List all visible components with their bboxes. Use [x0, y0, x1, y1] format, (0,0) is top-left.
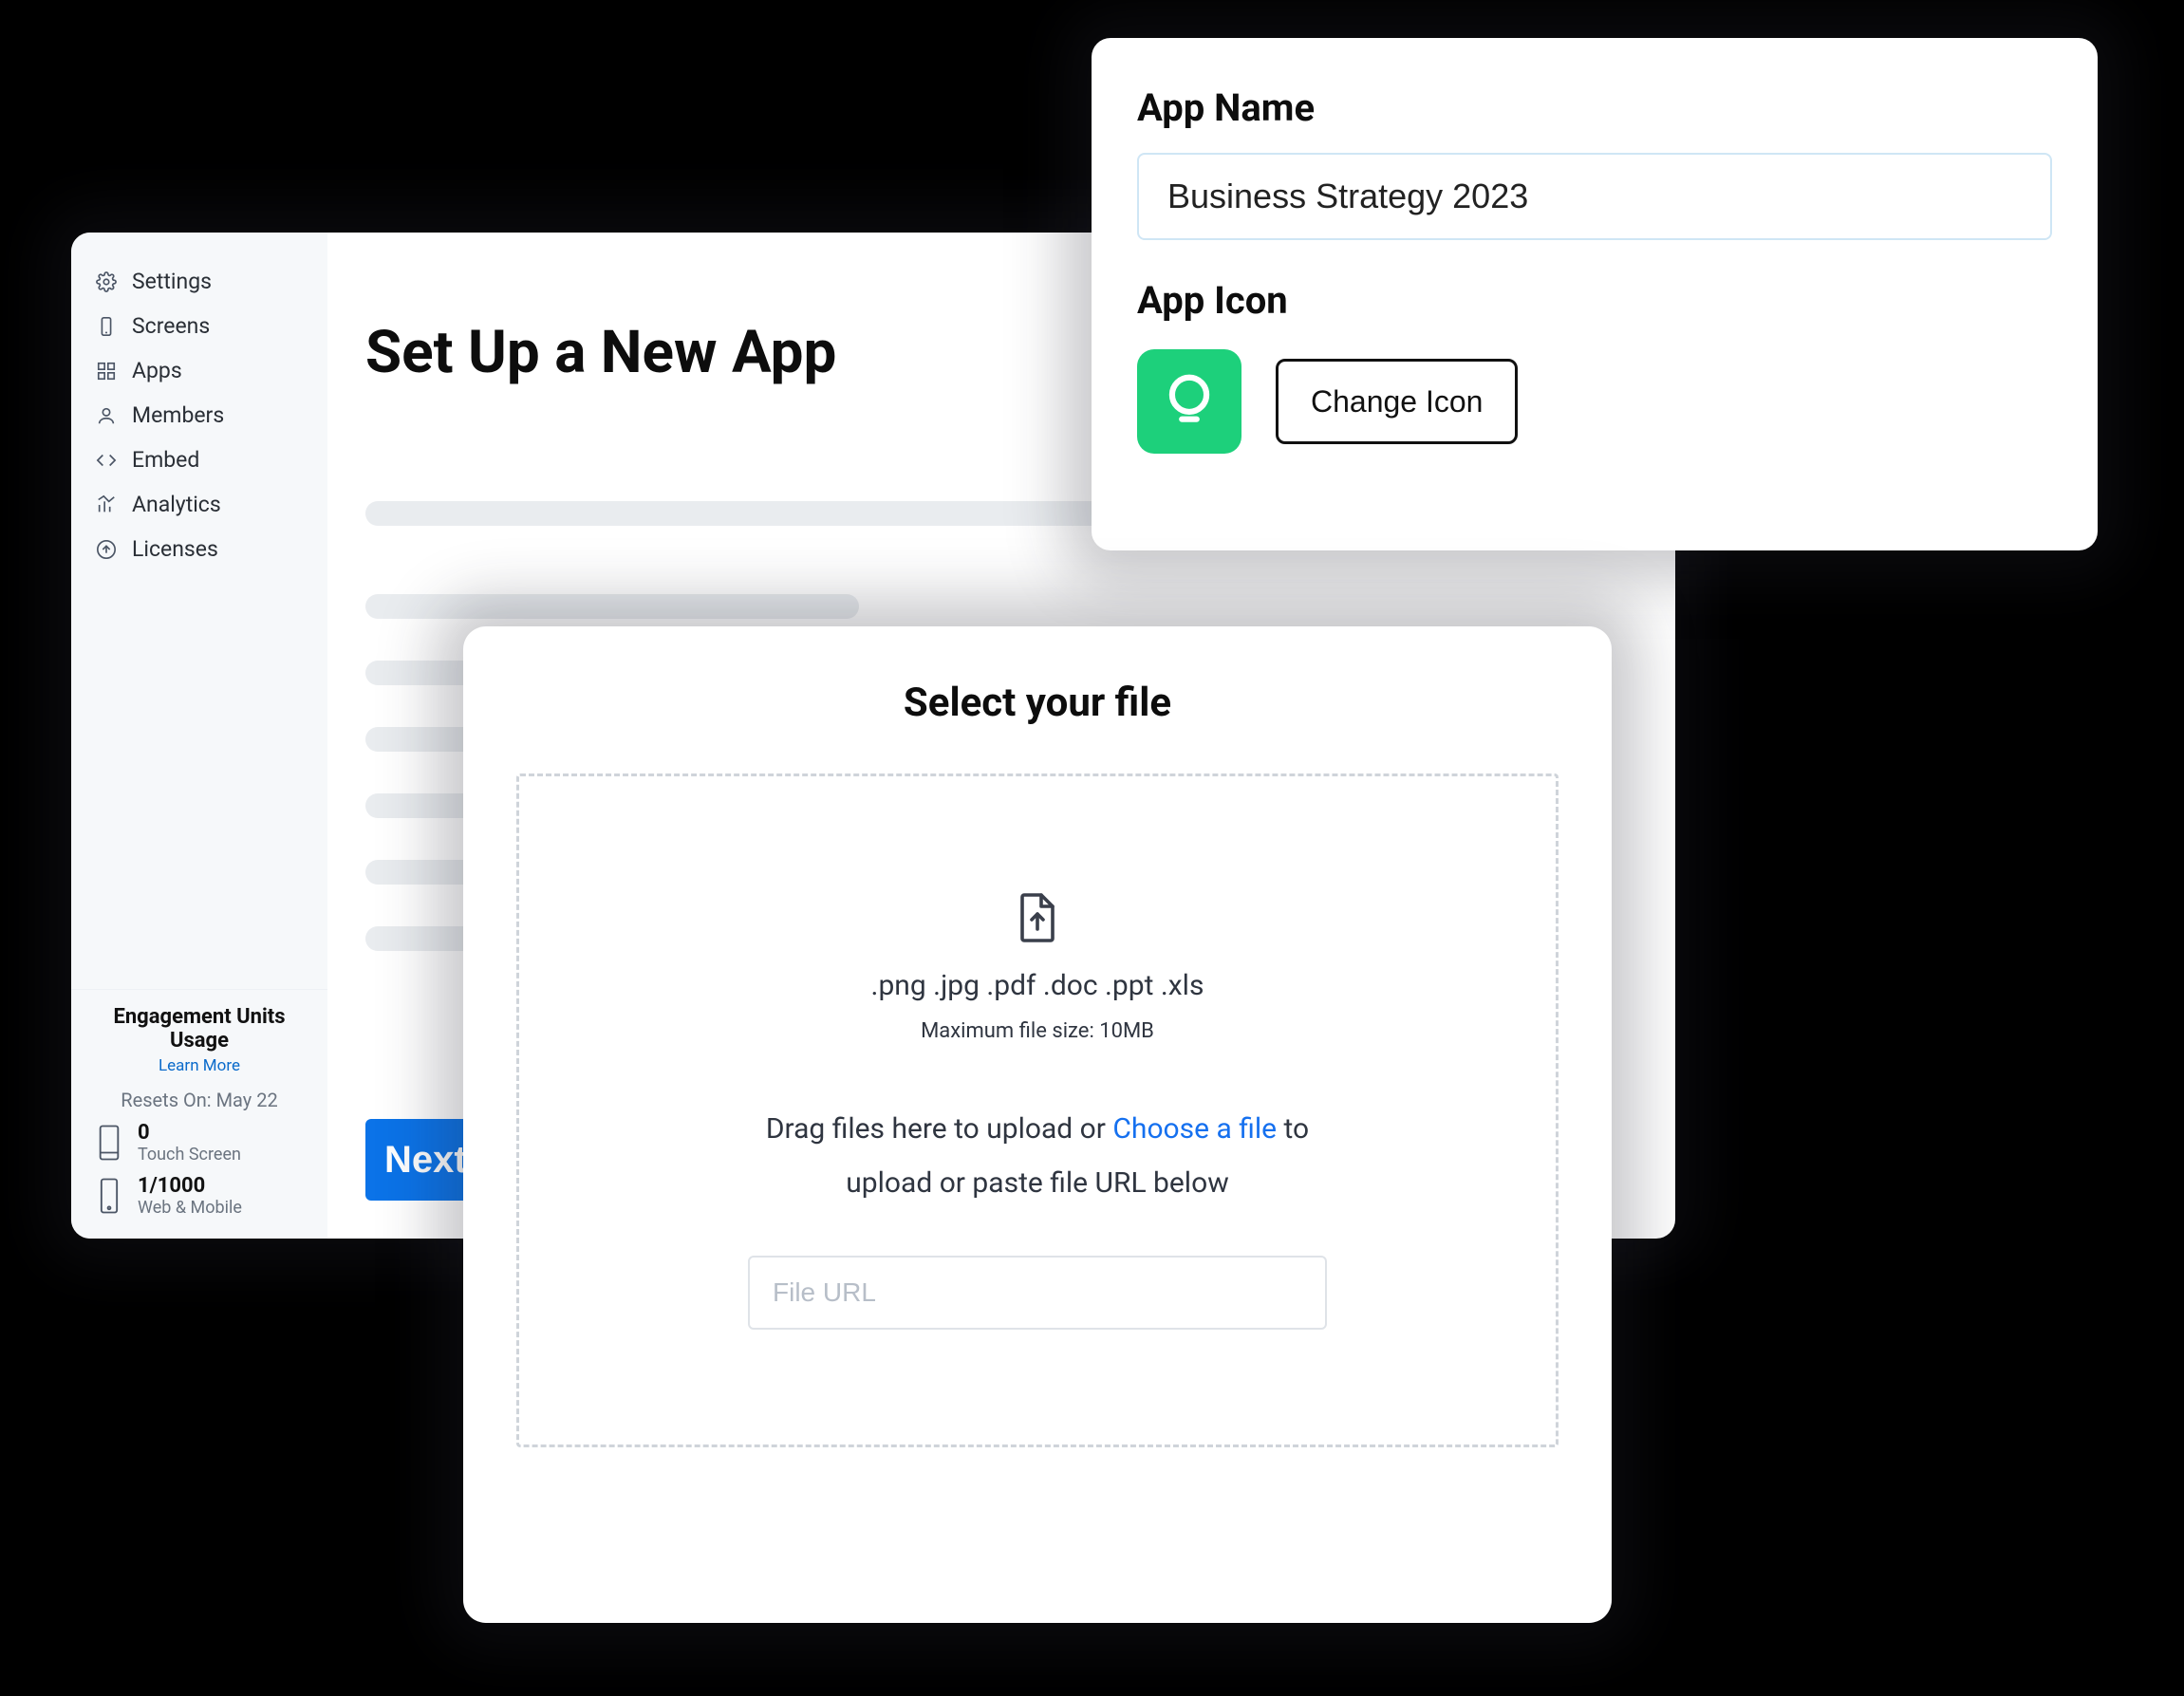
sidebar-item-label: Embed	[132, 447, 199, 473]
app-icon-label: App Icon	[1137, 278, 2052, 323]
usage-touch-label: Touch Screen	[138, 1145, 241, 1165]
gear-icon	[94, 270, 119, 294]
file-dropzone[interactable]: .png .jpg .pdf .doc .ppt .xls Maximum fi…	[516, 773, 1559, 1447]
drag-instructions: Drag files here to upload or Choose a fi…	[734, 1102, 1341, 1210]
sidebar: Settings Screens Apps Members	[71, 233, 327, 1239]
choose-file-link[interactable]: Choose a file	[1112, 1112, 1277, 1146]
skeleton-row	[365, 594, 859, 619]
file-max-size: Maximum file size: 10MB	[921, 1019, 1154, 1043]
usage-row-touch: 0 Touch Screen	[90, 1111, 308, 1165]
sidebar-item-embed[interactable]: Embed	[71, 438, 327, 482]
sidebar-item-apps[interactable]: Apps	[71, 348, 327, 393]
usage-title: Engagement Units Usage	[90, 1005, 308, 1053]
sidebar-item-label: Settings	[132, 269, 212, 294]
file-card-title: Select your file	[516, 680, 1559, 726]
app-name-label: App Name	[1137, 85, 2052, 130]
lightbulb-icon	[1160, 370, 1219, 433]
sidebar-items: Settings Screens Apps Members	[71, 259, 327, 571]
code-icon	[94, 448, 119, 473]
touch-screen-icon	[94, 1122, 124, 1164]
sidebar-item-label: Analytics	[132, 492, 221, 517]
file-upload-card: Select your file .png .jpg .pdf .doc .pp…	[463, 626, 1612, 1623]
sidebar-item-label: Licenses	[132, 536, 218, 562]
usage-web-count: 1/1000	[138, 1174, 242, 1198]
chart-icon	[94, 493, 119, 517]
usage-row-web: 1/1000 Web & Mobile	[90, 1165, 308, 1218]
upload-circle-icon	[94, 537, 119, 562]
file-url-input[interactable]	[748, 1256, 1327, 1330]
app-properties-card: App Name App Icon Change Icon	[1092, 38, 2098, 550]
app-icon-preview	[1137, 349, 1241, 454]
file-upload-icon	[1015, 891, 1060, 944]
usage-panel: Engagement Units Usage Learn More Resets…	[71, 989, 327, 1239]
sidebar-item-label: Members	[132, 402, 224, 428]
sidebar-item-label: Screens	[132, 313, 210, 339]
sidebar-item-members[interactable]: Members	[71, 393, 327, 438]
grid-icon	[94, 359, 119, 383]
usage-web-label: Web & Mobile	[138, 1198, 242, 1218]
sidebar-item-analytics[interactable]: Analytics	[71, 482, 327, 527]
usage-learn-more-link[interactable]: Learn More	[90, 1056, 308, 1075]
usage-touch-count: 0	[138, 1121, 241, 1145]
app-name-input[interactable]	[1137, 153, 2052, 240]
sidebar-item-label: Apps	[132, 358, 182, 383]
web-mobile-icon	[94, 1175, 124, 1217]
mobile-icon	[94, 314, 119, 339]
sidebar-item-licenses[interactable]: Licenses	[71, 527, 327, 571]
change-icon-button[interactable]: Change Icon	[1276, 359, 1518, 444]
sidebar-item-settings[interactable]: Settings	[71, 259, 327, 304]
usage-reset-label: Resets On: May 22	[90, 1089, 308, 1111]
sidebar-item-screens[interactable]: Screens	[71, 304, 327, 348]
file-extensions: .png .jpg .pdf .doc .ppt .xls	[871, 969, 1204, 1002]
user-icon	[94, 403, 119, 428]
